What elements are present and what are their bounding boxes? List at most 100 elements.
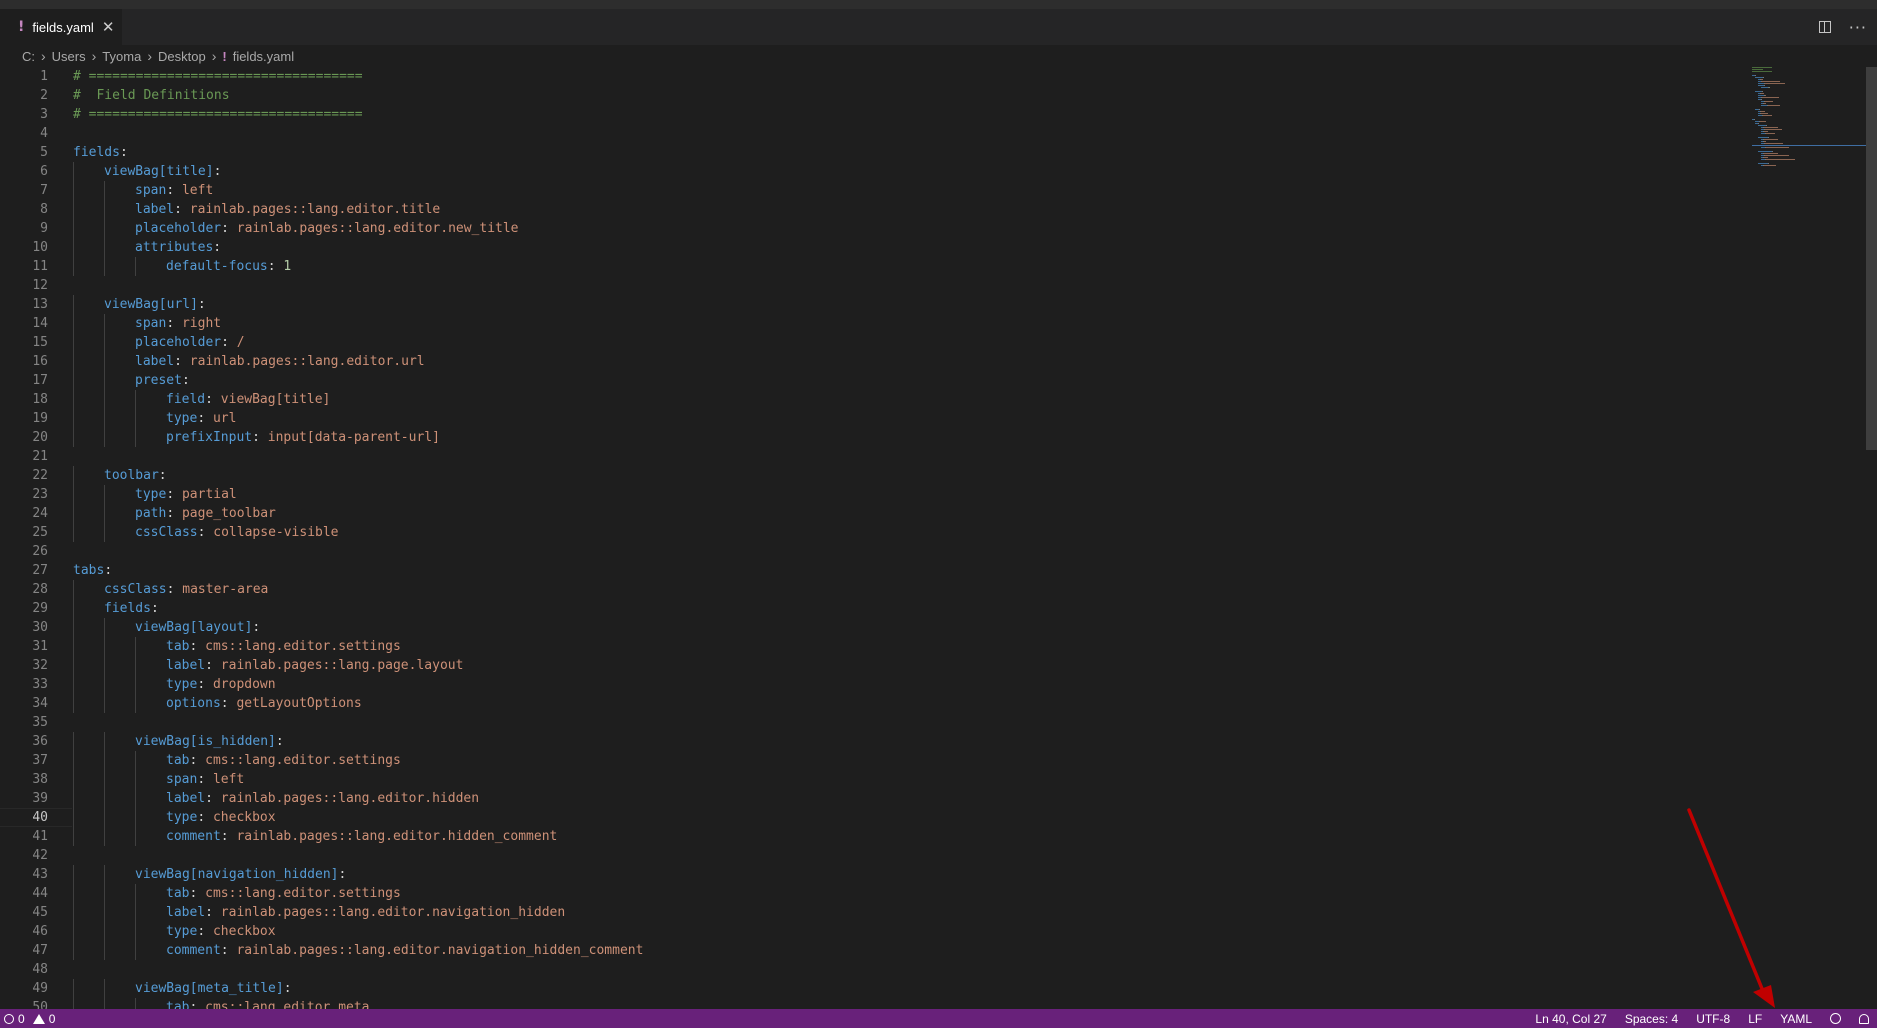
tab-fields-yaml[interactable]: ! fields.yaml ✕ (0, 9, 122, 45)
line-number: 47 (32, 943, 48, 958)
code-line[interactable]: 20 prefixInput: input[data-parent-url] (0, 428, 1740, 447)
code-line[interactable]: 35 (0, 713, 1740, 732)
close-tab-icon[interactable]: ✕ (102, 18, 115, 36)
code-token: placeholder (135, 221, 222, 236)
indent-guide (73, 618, 74, 637)
indent-guide (135, 694, 136, 713)
code-line[interactable]: 11 default-focus: 1 (0, 257, 1740, 276)
code-line[interactable]: 2 # Field Definitions (0, 86, 1740, 105)
code-line[interactable]: 36 viewBag[is_hidden]: (0, 732, 1740, 751)
indent-guide (73, 865, 74, 884)
breadcrumb-item-drive[interactable]: C: (22, 49, 35, 64)
language-mode[interactable]: YAML (1780, 1012, 1812, 1026)
error-count[interactable]: 0 (18, 1012, 25, 1026)
line-number: 41 (32, 829, 48, 844)
line-number: 40 (32, 810, 48, 825)
breadcrumb-item-users[interactable]: Users (52, 49, 86, 64)
code-text: type: checkbox (166, 922, 276, 941)
code-line[interactable]: 34 options: getLayoutOptions (0, 694, 1740, 713)
minimap-line (1764, 139, 1778, 140)
code-line[interactable]: 22 toolbar: (0, 466, 1740, 485)
code-token: : (119, 145, 128, 160)
more-actions-icon[interactable]: ··· (1849, 18, 1867, 37)
code-line[interactable]: 42 (0, 846, 1740, 865)
code-line[interactable]: 23 type: partial (0, 485, 1740, 504)
code-line[interactable]: 46 type: checkbox (0, 922, 1740, 941)
indent-guide (73, 941, 74, 960)
code-line[interactable]: 14 span: right (0, 314, 1740, 333)
code-line[interactable]: 25 cssClass: collapse-visible (0, 523, 1740, 542)
code-line[interactable]: 16 label: rainlab.pages::lang.editor.url (0, 352, 1740, 371)
code-line[interactable]: 39 label: rainlab.pages::lang.editor.hidd… (0, 789, 1740, 808)
code-line[interactable]: 1 # =================================== (0, 67, 1740, 86)
code-line[interactable]: 40 type: checkbox (0, 808, 1740, 827)
code-line[interactable]: 3 # =================================== (0, 105, 1740, 124)
code-token: fields (104, 601, 151, 616)
feedback-smiley-icon[interactable] (1830, 1013, 1841, 1024)
code-line[interactable]: 29 fields: (0, 599, 1740, 618)
minimap[interactable] (1748, 67, 1866, 227)
indent-guide (73, 428, 74, 447)
line-number: 39 (32, 791, 48, 806)
code-line[interactable]: 8 label: rainlab.pages::lang.editor.title (0, 200, 1740, 219)
warning-count[interactable]: 0 (49, 1012, 56, 1026)
tab-bar: ! fields.yaml ✕ ··· (0, 9, 1877, 45)
breadcrumb-item-desktop[interactable]: Desktop (158, 49, 206, 64)
code-line[interactable]: 31 tab: cms::lang.editor.settings (0, 637, 1740, 656)
vertical-scrollbar[interactable] (1866, 67, 1877, 450)
code-token: 1 (283, 259, 292, 274)
code-line[interactable]: 27 tabs: (0, 561, 1740, 580)
code-line[interactable]: 13 viewBag[url]: (0, 295, 1740, 314)
indent-guide (73, 580, 74, 599)
indent-guide (104, 884, 105, 903)
code-line[interactable]: 33 type: dropdown (0, 675, 1740, 694)
code-line[interactable]: 15 placeholder: / (0, 333, 1740, 352)
code-line[interactable]: 18 field: viewBag[title] (0, 390, 1740, 409)
minimap-line (1766, 159, 1795, 160)
indent-guide (104, 618, 105, 637)
breadcrumb-item-file[interactable]: fields.yaml (233, 49, 294, 64)
code-line[interactable]: 41 comment: rainlab.pages::lang.editor.hi… (0, 827, 1740, 846)
code-line[interactable]: 12 (0, 276, 1740, 295)
code-line[interactable]: 21 (0, 447, 1740, 466)
code-line[interactable]: 9 placeholder: rainlab.pages::lang.editor… (0, 219, 1740, 238)
code-line[interactable]: 37 tab: cms::lang.editor.settings (0, 751, 1740, 770)
code-line[interactable]: 26 (0, 542, 1740, 561)
minimap-line (1755, 75, 1756, 76)
code-line[interactable]: 4 (0, 124, 1740, 143)
code-line[interactable]: 47 comment: rainlab.pages::lang.editor.na… (0, 941, 1740, 960)
code-line[interactable]: 43 viewBag[navigation_hidden]: (0, 865, 1740, 884)
breadcrumb-item-tyoma[interactable]: Tyoma (102, 49, 141, 64)
code-line[interactable]: 6 viewBag[title]: (0, 162, 1740, 181)
code-line[interactable]: 24 path: page_toolbar (0, 504, 1740, 523)
encoding-setting[interactable]: UTF-8 (1696, 1012, 1730, 1026)
code-token: : (197, 810, 213, 825)
code-line[interactable]: 19 type: url (0, 409, 1740, 428)
code-line[interactable]: 5 fields: (0, 143, 1740, 162)
code-line[interactable]: 38 span: left (0, 770, 1740, 789)
code-line[interactable]: 45 label: rainlab.pages::lang.editor.navi… (0, 903, 1740, 922)
code-line[interactable]: 17 preset: (0, 371, 1740, 390)
minimap-line (1764, 141, 1766, 142)
code-text: label: rainlab.pages::lang.editor.naviga… (166, 903, 565, 922)
notifications-bell-icon[interactable] (1859, 1013, 1869, 1024)
line-number: 18 (32, 392, 48, 407)
code-line[interactable]: 32 label: rainlab.pages::lang.page.layout (0, 656, 1740, 675)
code-line[interactable]: 10 attributes: (0, 238, 1740, 257)
code-line[interactable]: 50 tab: cms::lang.editor.meta (0, 998, 1740, 1009)
line-number: 44 (32, 886, 48, 901)
code-line[interactable]: 7 span: left (0, 181, 1740, 200)
code-line[interactable]: 44 tab: cms::lang.editor.settings (0, 884, 1740, 903)
code-line[interactable]: 28 cssClass: master-area (0, 580, 1740, 599)
eol-setting[interactable]: LF (1748, 1012, 1762, 1026)
cursor-position[interactable]: Ln 40, Col 27 (1535, 1012, 1606, 1026)
code-line[interactable]: 48 (0, 960, 1740, 979)
indentation-setting[interactable]: Spaces: 4 (1625, 1012, 1678, 1026)
indent-guide (104, 770, 105, 789)
code-editor[interactable]: 1 # =================================== 2 #… (0, 67, 1877, 1009)
code-line[interactable]: 49 viewBag[meta_title]: (0, 979, 1740, 998)
code-token: : (197, 411, 213, 426)
code-token: : (181, 373, 190, 388)
code-line[interactable]: 30 viewBag[layout]: (0, 618, 1740, 637)
split-editor-icon[interactable] (1818, 21, 1831, 33)
